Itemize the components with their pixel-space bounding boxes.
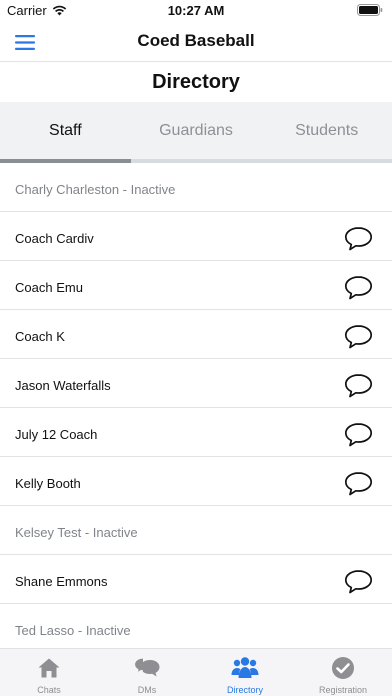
staff-name: July 12 Coach: [15, 427, 98, 442]
list-item[interactable]: Jason Waterfalls: [0, 359, 392, 408]
tabbar-item-chats[interactable]: Chats: [0, 649, 98, 696]
staff-name: Coach K: [15, 329, 65, 344]
list-item[interactable]: Kelly Booth: [0, 457, 392, 506]
tab-students[interactable]: Students: [261, 102, 392, 163]
bottom-tab-bar: Chats DMs Directory Registration: [0, 648, 392, 696]
clock: 10:27 AM: [167, 3, 225, 18]
staff-name: Coach Emu: [15, 280, 83, 295]
list-item[interactable]: Coach Cardiv: [0, 212, 392, 261]
list-item[interactable]: Charly Charleston - Inactive: [0, 163, 392, 212]
staff-name: Kelly Booth: [15, 476, 81, 491]
chat-bubble-icon[interactable]: [344, 569, 373, 595]
tab-staff[interactable]: Staff: [0, 102, 131, 163]
tabbar-item-registration[interactable]: Registration: [294, 649, 392, 696]
chat-bubble-icon[interactable]: [344, 324, 373, 350]
chat-bubble-icon[interactable]: [344, 422, 373, 448]
staff-name: Shane Emmons: [15, 574, 108, 589]
tabbar-label: Directory: [226, 685, 263, 695]
list-item[interactable]: Kelsey Test - Inactive: [0, 506, 392, 555]
staff-name: Kelsey Test - Inactive: [15, 525, 138, 540]
tabbar-item-dms[interactable]: DMs: [98, 649, 196, 696]
list-item[interactable]: Coach Emu: [0, 261, 392, 310]
chat-bubbles-icon: [133, 655, 161, 681]
list-item[interactable]: July 12 Coach: [0, 408, 392, 457]
list-item[interactable]: Coach K: [0, 310, 392, 359]
chat-bubble-icon[interactable]: [344, 226, 373, 252]
tabbar-label: DMs: [137, 685, 157, 695]
battery-icon: [357, 4, 383, 16]
nav-title: Coed Baseball: [137, 31, 255, 50]
list-item[interactable]: Shane Emmons: [0, 555, 392, 604]
list-item[interactable]: Ted Lasso - Inactive: [0, 604, 392, 653]
tab-guardians[interactable]: Guardians: [131, 102, 262, 163]
page-title: Directory: [152, 71, 240, 93]
tabbar-label: Registration: [318, 685, 368, 695]
chat-bubble-icon[interactable]: [344, 471, 373, 497]
tabbar-item-directory[interactable]: Directory: [196, 649, 294, 696]
status-bar: Carrier 10:27 AM: [0, 0, 392, 22]
home-icon: [35, 655, 63, 681]
check-circle-icon: [329, 655, 357, 681]
directory-tabs: Staff Guardians Students: [0, 102, 392, 163]
staff-name: Charly Charleston - Inactive: [15, 182, 176, 197]
navigation-bar: Coed Baseball: [0, 22, 392, 62]
chat-bubble-icon[interactable]: [344, 373, 373, 399]
tabbar-label: Chats: [37, 685, 61, 695]
staff-name: Ted Lasso - Inactive: [15, 623, 131, 638]
people-group-icon: [231, 655, 259, 681]
chat-bubble-icon[interactable]: [344, 275, 373, 301]
staff-name: Jason Waterfalls: [15, 378, 111, 393]
staff-list: Charly Charleston - Inactive Coach Cardi…: [0, 163, 392, 653]
staff-name: Coach Cardiv: [15, 231, 94, 246]
